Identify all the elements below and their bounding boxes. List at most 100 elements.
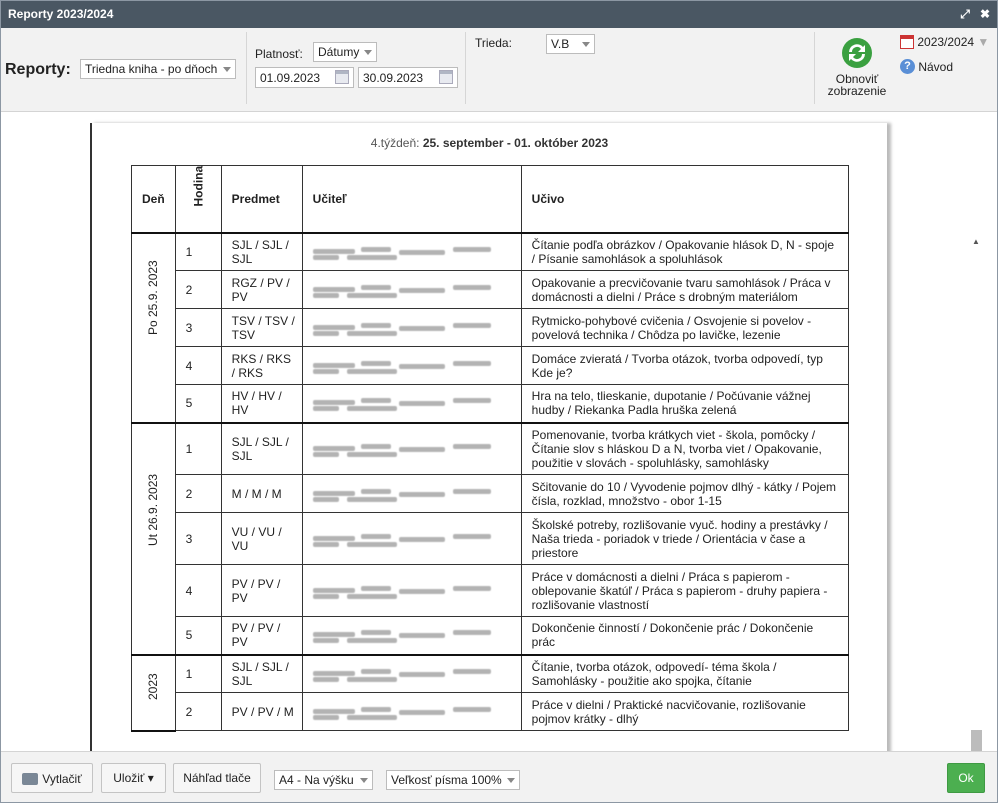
subject-cell: TSV / TSV / TSV <box>220 308 303 347</box>
ok-button[interactable]: Ok <box>947 763 985 793</box>
topic-cell: Rytmicko-pohybové cvičenia / Osvojenie s… <box>520 308 850 347</box>
subject-cell: SJL / SJL / SJL <box>220 422 303 475</box>
calendar-icon[interactable] <box>439 70 453 84</box>
table-row: 2 RGZ / PV / PV Opakovanie a precvičovanie… <box>132 270 850 309</box>
print-button[interactable]: Vytlačiť <box>11 763 93 793</box>
report-table: Deň Hodina Predmet Učiteľ Učivo Po 25.9. 202… <box>131 165 850 732</box>
table-row: 3 VU / VU / VU Školské potreby, rozlišovan… <box>132 512 850 565</box>
week-header: 4.týždeň: 25. september - 01. október 20… <box>370 136 609 150</box>
scrollbar-thumb[interactable] <box>971 730 982 751</box>
chevron-down-icon: ▼ <box>977 34 990 49</box>
subject-cell: SJL / SJL / SJL <box>220 232 303 271</box>
subject-cell: SJL / SJL / SJL <box>220 654 303 693</box>
table-row: 3 TSV / TSV / TSV Rytmicko-pohybové cvičen… <box>132 308 850 347</box>
separator <box>465 32 466 104</box>
redacted-teacher-name <box>312 529 503 549</box>
lesson-number: 5 <box>174 384 222 424</box>
topic-cell: Práce v dielni / Praktické nacvičovanie,… <box>520 692 850 731</box>
teacher-cell <box>301 512 522 565</box>
table-row: 2M / M / M Sčitovanie do 10 / Vyvodenie p… <box>132 474 850 513</box>
lesson-number: 3 <box>174 308 222 347</box>
day-cell: 2023 <box>131 654 176 732</box>
paper-orientation-select[interactable]: A4 - Na výšku <box>274 770 373 790</box>
table-row: Po 25.9. 2023 1 SJL / SJL / SJL Čítanie pod… <box>131 232 850 424</box>
teacher-cell <box>301 346 522 385</box>
table-row: 2023 1 SJL / SJL / SJL Čítanie, tvorba otáz… <box>131 654 850 732</box>
year-selector[interactable]: 2023/2024 ▼ <box>900 34 989 52</box>
date-from-field[interactable]: 01.09.2023 <box>255 67 354 88</box>
redacted-teacher-name <box>312 702 503 722</box>
subject-cell: VU / VU / VU <box>220 512 303 565</box>
column-header-lesson: Hodina <box>174 165 222 234</box>
table-row: 5 HV / HV / HV Hra na telo, tlieskanie, du… <box>132 384 850 424</box>
trieda-label: Trieda: <box>475 36 512 50</box>
font-size-select[interactable]: Veľkosť písma 100% <box>386 770 520 790</box>
lesson-number: 2 <box>174 474 222 513</box>
refresh-button[interactable]: Obnoviť zobrazenie <box>823 36 891 106</box>
teacher-cell <box>301 564 522 617</box>
save-button[interactable]: Uložiť ▾ <box>101 763 166 793</box>
teacher-cell <box>301 474 522 513</box>
day-cell: Po 25.9. 2023 <box>131 232 176 424</box>
lesson-number: 3 <box>174 512 222 565</box>
lesson-number: 2 <box>174 270 222 309</box>
column-header-topic: Učivo <box>520 165 850 234</box>
teacher-cell <box>301 654 522 693</box>
subject-cell: RKS / RKS / RKS <box>220 346 303 385</box>
reporty-label: Reporty: <box>5 61 71 78</box>
topic-cell: Školské potreby, rozlišovanie vyuč. hodi… <box>520 512 850 565</box>
report-viewer: 4.týždeň: 25. september - 01. október 20… <box>1 113 997 751</box>
scroll-up-icon[interactable]: ▲ <box>972 237 980 246</box>
help-icon: ? <box>900 59 915 75</box>
day-cell: Ut 26.9. 2023 <box>131 422 176 656</box>
refresh-icon <box>842 38 872 68</box>
calendar-icon[interactable] <box>335 70 349 84</box>
print-preview-button[interactable]: Náhľad tlače <box>173 763 261 793</box>
redacted-teacher-name <box>312 439 503 459</box>
vertical-scrollbar[interactable]: ▲ ▼ <box>968 235 984 751</box>
topic-cell: Sčitovanie do 10 / Vyvodenie pojmov dlhý… <box>520 474 850 513</box>
topic-cell: Práce v domácnosti a dielni / Práca s pa… <box>520 564 850 617</box>
topic-cell: Hra na telo, tlieskanie, dupotanie / Poč… <box>520 384 850 424</box>
close-icon[interactable]: ✖ <box>976 5 994 23</box>
help-link[interactable]: ? Návod <box>900 59 953 77</box>
toolbar: Reporty: Triedna kniha - po dňoch Platno… <box>1 28 997 112</box>
topic-cell: Domáce zvieratá / Tvorba otázok, tvorba … <box>520 346 850 385</box>
subject-cell: PV / PV / PV <box>220 616 303 656</box>
title-bar: Reporty 2023/2024 ⤢ ✖ <box>1 1 997 28</box>
platnost-select[interactable]: Dátumy <box>313 42 377 62</box>
separator <box>814 32 815 104</box>
footer: Vytlačiť Uložiť ▾ Náhľad tlače A4 - Na v… <box>1 751 997 802</box>
subject-cell: PV / PV / M <box>220 692 303 731</box>
platnost-label: Platnosť: <box>255 47 303 61</box>
date-to-field[interactable]: 30.09.2023 <box>358 67 458 88</box>
calendar-icon <box>900 34 914 49</box>
trieda-select[interactable]: V.B <box>546 34 595 54</box>
lesson-number: 4 <box>174 346 222 385</box>
redacted-teacher-name <box>312 484 503 504</box>
table-header-row: Deň Hodina Predmet Učiteľ Učivo <box>131 165 850 234</box>
topic-cell: Čítanie podľa obrázkov / Opakovanie hlás… <box>520 232 850 271</box>
subject-cell: PV / PV / PV <box>220 564 303 617</box>
report-type-select[interactable]: Triedna kniha - po dňoch <box>80 59 236 79</box>
teacher-cell <box>301 692 522 731</box>
redacted-teacher-name <box>312 625 503 645</box>
subject-cell: HV / HV / HV <box>220 384 303 424</box>
restore-icon[interactable]: ⤢ <box>956 5 974 23</box>
lesson-number: 1 <box>174 232 222 271</box>
table-row: 4 RKS / RKS / RKS Domáce zvieratá / Tvorba… <box>132 346 850 385</box>
redacted-teacher-name <box>312 242 503 262</box>
subject-cell: M / M / M <box>220 474 303 513</box>
teacher-cell <box>301 232 522 271</box>
refresh-label: Obnoviť zobrazenie <box>827 72 887 98</box>
subject-cell: RGZ / PV / PV <box>220 270 303 309</box>
column-header-teacher: Učiteľ <box>301 165 522 234</box>
teacher-cell <box>301 270 522 309</box>
teacher-cell <box>301 308 522 347</box>
printer-icon <box>22 772 39 785</box>
lesson-number: 4 <box>174 564 222 617</box>
lesson-number: 2 <box>174 692 222 731</box>
topic-cell: Čítanie, tvorba otázok, odpovedí- téma š… <box>520 654 850 693</box>
table-row: 5 PV / PV / PV Dokončenie činností / Dokon… <box>132 616 850 656</box>
lesson-number: 5 <box>174 616 222 656</box>
